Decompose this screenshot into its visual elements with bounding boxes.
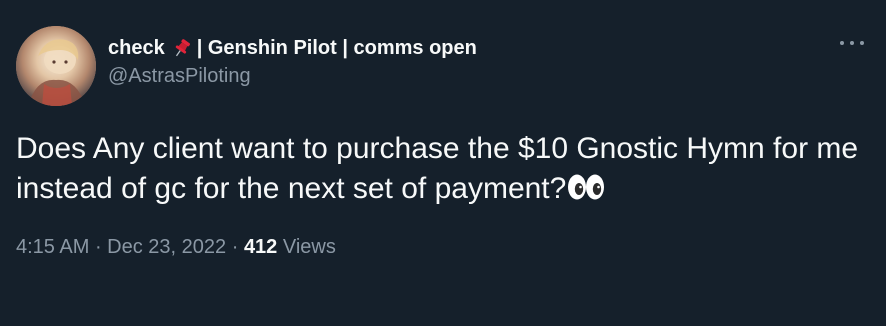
tweet-text: Does Any client want to purchase the $10… xyxy=(16,129,866,209)
user-handle[interactable]: @AstrasPiloting xyxy=(108,64,477,88)
tweet-date[interactable]: Dec 23, 2022 xyxy=(107,236,226,258)
views-label: Views xyxy=(277,236,336,258)
tweet-time[interactable]: 4:15 AM xyxy=(16,236,89,258)
pushpin-icon xyxy=(175,39,190,57)
meta-separator: · xyxy=(89,236,108,258)
more-options-icon[interactable] xyxy=(840,36,864,50)
author-names: check | Genshin Pilot | comms open @Astr… xyxy=(108,26,477,88)
avatar-image xyxy=(16,26,96,106)
more-dot xyxy=(840,41,844,45)
display-name-suffix: | Genshin Pilot | comms open xyxy=(196,37,477,59)
views-count[interactable]: 412 xyxy=(244,236,277,258)
eyes-emoji-icon xyxy=(568,174,605,200)
more-dot xyxy=(850,41,854,45)
meta-separator: · xyxy=(226,236,244,258)
tweet-text-content: Does Any client want to purchase the $10… xyxy=(16,132,859,205)
more-dot xyxy=(860,41,864,45)
display-name-text: check xyxy=(108,37,165,59)
tweet-meta: 4:15 AM · Dec 23, 2022 · 412 Views xyxy=(16,235,870,259)
tweet-card: check | Genshin Pilot | comms open @Astr… xyxy=(0,0,886,326)
avatar[interactable] xyxy=(16,26,96,106)
tweet-header: check | Genshin Pilot | comms open @Astr… xyxy=(16,26,870,106)
display-name[interactable]: check | Genshin Pilot | comms open xyxy=(108,36,477,60)
